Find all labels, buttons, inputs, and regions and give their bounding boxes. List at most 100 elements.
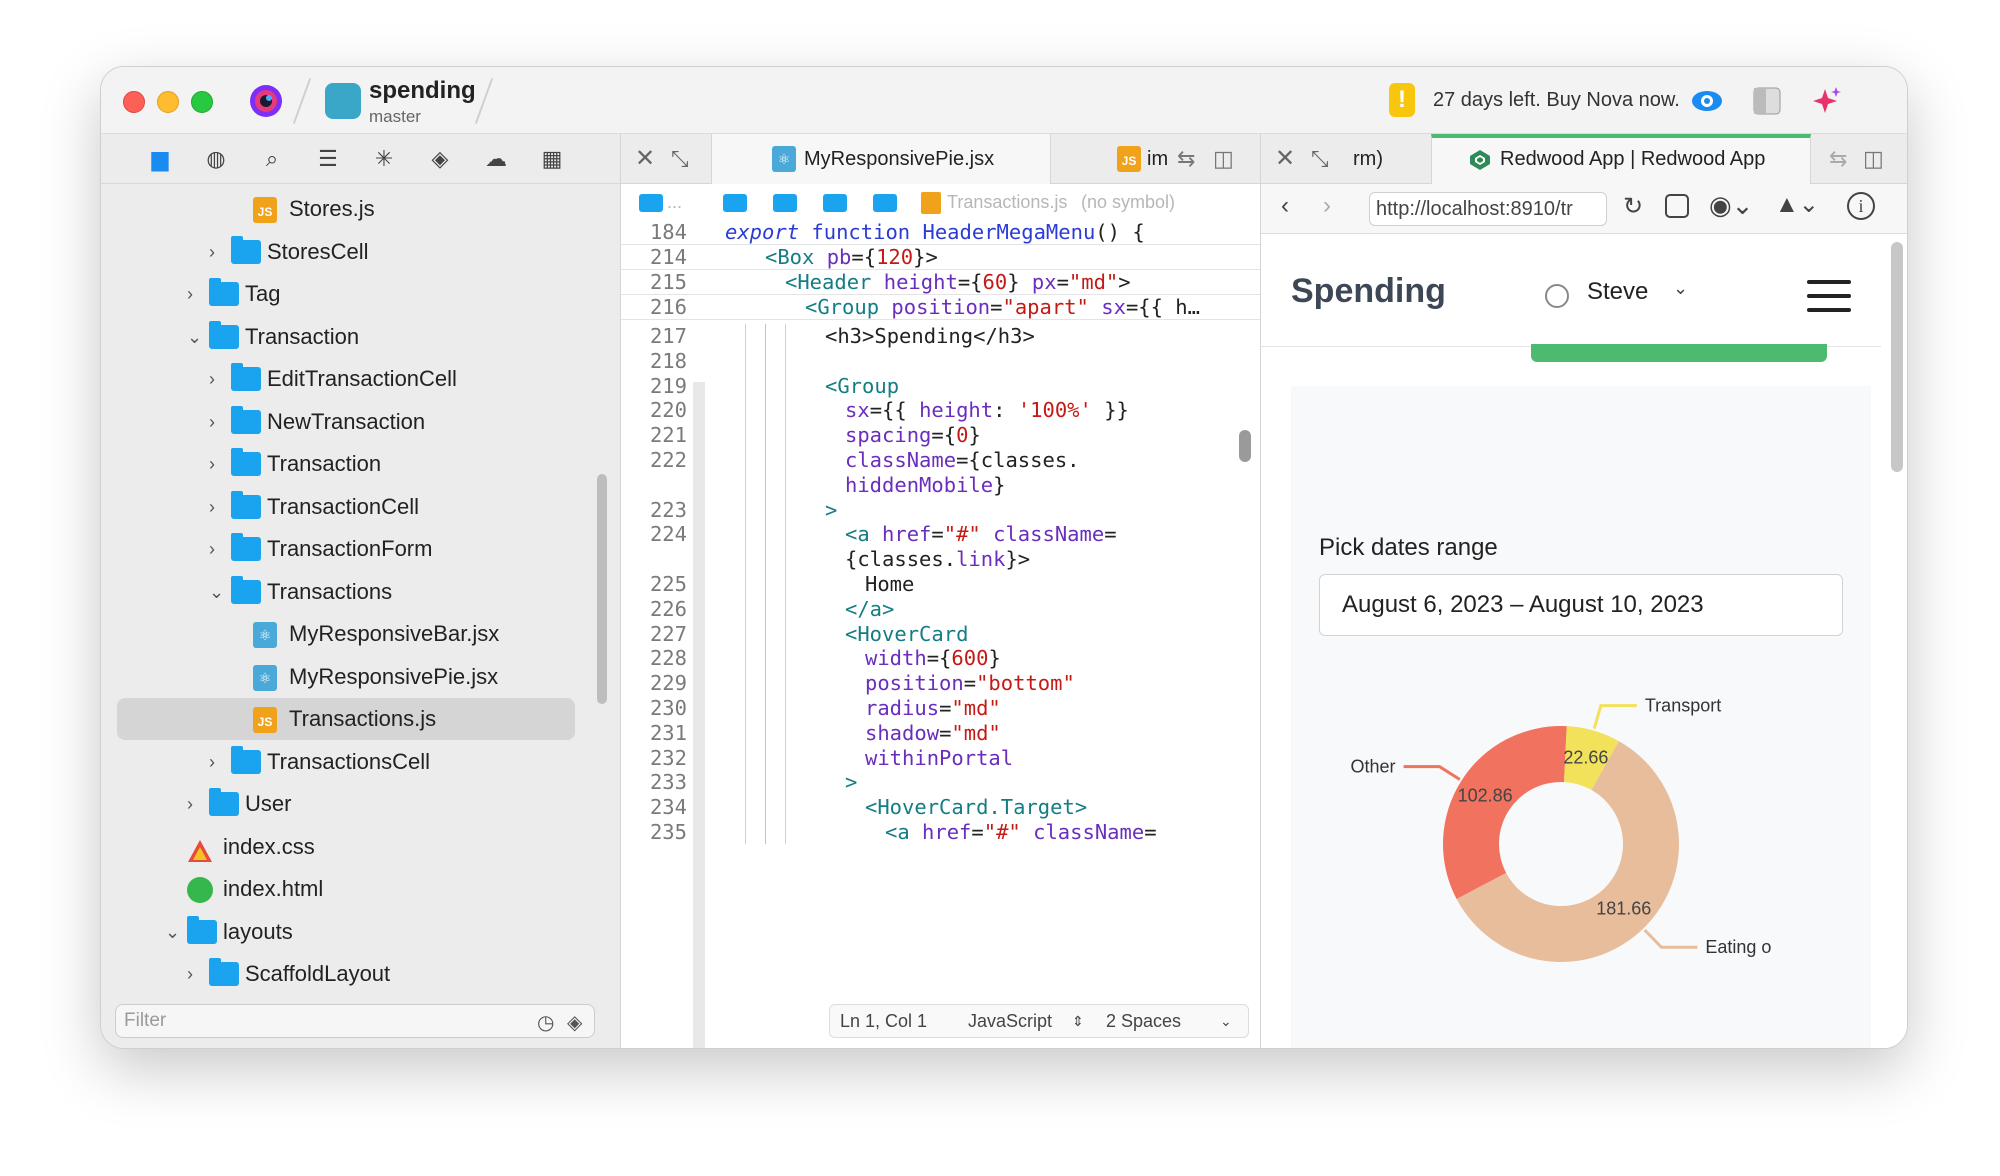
sidebar-toggle-icon[interactable]: ◫ — [1863, 134, 1884, 184]
grid-icon[interactable]: ▦ — [539, 146, 565, 172]
app-title[interactable]: Spending — [1291, 272, 1446, 311]
folder-icon[interactable] — [873, 194, 897, 212]
breadcrumb-file[interactable]: Transactions.js — [947, 184, 1067, 220]
warning-icon[interactable]: ! — [1389, 83, 1415, 117]
code-line[interactable]: 231 shadow="md" — [621, 721, 1260, 746]
branch-name[interactable]: master — [369, 107, 421, 127]
reload-icon[interactable]: ↻ — [1623, 192, 1643, 221]
green-button[interactable] — [1531, 344, 1827, 362]
sticky-code-line[interactable]: 215 <Header height={60} px="md"> — [621, 270, 1260, 295]
chevron-right-icon[interactable]: › — [187, 273, 201, 315]
filter-options-icon[interactable]: ◈ — [567, 1010, 582, 1035]
file-tree-item[interactable]: › StoresCell — [101, 231, 620, 273]
accessibility-menu-icon[interactable]: ▲⌄ — [1775, 190, 1819, 219]
folder-icon[interactable] — [823, 194, 847, 212]
indent-selector[interactable]: 2 Spaces — [1106, 1005, 1181, 1037]
chevron-down-icon[interactable]: ⌄ — [1673, 278, 1688, 299]
chevron-down-icon[interactable]: ⌄ — [187, 316, 202, 358]
folder-icon[interactable]: ▆ — [147, 146, 173, 172]
back-icon[interactable]: ‹ — [1281, 192, 1289, 220]
file-tree-item[interactable]: ⌄ Transactions — [101, 571, 620, 613]
forward-icon[interactable]: › — [1323, 192, 1331, 220]
split-swap-icon[interactable]: ⇆ — [1177, 134, 1195, 184]
filter-input[interactable]: Filter — [115, 1004, 595, 1038]
code-line[interactable]: 222 className={classes. — [621, 448, 1260, 473]
code-line[interactable]: 226 </a> — [621, 597, 1260, 622]
search-icon[interactable]: ⌕ — [259, 146, 285, 172]
sticky-code-line[interactable]: 184 export function HeaderMegaMenu() { — [621, 220, 1260, 245]
user-menu[interactable]: Steve — [1587, 278, 1648, 306]
code-line[interactable]: 227 <HoverCard — [621, 622, 1260, 647]
pie-slice-other[interactable] — [1443, 726, 1567, 899]
code-line[interactable]: hiddenMobile} — [621, 473, 1260, 498]
code-line[interactable]: 219 <Group — [621, 374, 1260, 399]
cursor-position[interactable]: Ln 1, Col 1 — [840, 1005, 927, 1037]
file-tree-item[interactable]: ⚛ MyResponsiveBar.jsx — [101, 613, 620, 655]
browser-tab-other[interactable]: rm) — [1353, 134, 1383, 184]
file-tree-item[interactable]: › NewTransaction — [101, 401, 620, 443]
expand-icon[interactable]: ⤡ — [1311, 134, 1329, 184]
code-line[interactable]: 223 > — [621, 498, 1260, 523]
file-tree-item[interactable]: ⌄ layouts — [101, 911, 620, 953]
chevron-down-icon[interactable]: ⌄ — [1220, 1005, 1232, 1037]
sidebar-scrollbar[interactable] — [597, 474, 607, 704]
file-tree-item[interactable]: › Tag — [101, 273, 620, 315]
list-icon[interactable]: ☰ — [315, 146, 341, 172]
chevron-right-icon[interactable]: › — [209, 231, 223, 273]
code-line[interactable]: 228 width={600} — [621, 646, 1260, 671]
code-line[interactable]: 230 radius="md" — [621, 696, 1260, 721]
chevron-right-icon[interactable]: › — [209, 528, 223, 570]
url-input[interactable]: http://localhost:8910/tr — [1369, 192, 1607, 226]
code-line[interactable]: 234 <HoverCard.Target> — [621, 795, 1260, 820]
cloud-icon[interactable]: ☁ — [483, 146, 509, 172]
editor-tab-other[interactable]: im — [1147, 134, 1168, 184]
visibility-menu-icon[interactable]: ◉⌄ — [1709, 190, 1753, 221]
file-tree-item[interactable]: JS Transactions.js — [101, 698, 620, 740]
chevron-down-icon[interactable]: ⌄ — [165, 911, 180, 953]
sidebar-toggle-icon[interactable]: ◫ — [1213, 134, 1234, 184]
file-tree-item[interactable]: › TransactionForm — [101, 528, 620, 570]
code-line[interactable]: 224 <a href="#" className= — [621, 522, 1260, 547]
responsive-icon[interactable] — [1665, 194, 1689, 218]
minimize-window-button[interactable] — [157, 91, 179, 113]
file-tree-item[interactable]: › EditTransactionCell — [101, 358, 620, 400]
breadcrumb-symbol[interactable]: (no symbol) — [1081, 184, 1175, 220]
info-icon[interactable]: i — [1847, 192, 1875, 220]
file-tree-item[interactable]: ⌄ Transaction — [101, 316, 620, 358]
file-tree-item[interactable]: › ScaffoldLayout — [101, 953, 620, 995]
chevron-down-icon[interactable]: ⌄ — [209, 571, 224, 613]
browser-scrollbar[interactable] — [1891, 242, 1903, 472]
chevron-right-icon[interactable]: › — [187, 783, 201, 825]
layout-toggle-icon[interactable] — [1751, 85, 1783, 117]
language-selector[interactable]: JavaScript — [968, 1005, 1052, 1037]
code-line[interactable]: 225 Home — [621, 572, 1260, 597]
close-icon[interactable]: ✕ — [1275, 134, 1295, 184]
globe-icon[interactable]: ◍ — [203, 146, 229, 172]
asterisk-icon[interactable]: ✳ — [371, 146, 397, 172]
hamburger-menu-icon[interactable] — [1807, 280, 1851, 314]
code-line[interactable]: 221 spacing={0} — [621, 423, 1260, 448]
clock-icon[interactable]: ◷ — [537, 1010, 554, 1035]
code-line[interactable]: 233 > — [621, 770, 1260, 795]
folder-icon[interactable] — [773, 194, 797, 212]
editor-scrollbar[interactable] — [1239, 430, 1251, 462]
file-tree-item[interactable]: › Transaction — [101, 443, 620, 485]
code-line[interactable]: 235 <a href="#" className= — [621, 820, 1260, 845]
file-tree-item[interactable]: ⚛ MyResponsivePie.jsx — [101, 656, 620, 698]
code-line[interactable]: {classes.link}> — [621, 547, 1260, 572]
code-line[interactable]: 229 position="bottom" — [621, 671, 1260, 696]
chevron-right-icon[interactable]: › — [209, 358, 223, 400]
file-tree-item[interactable]: › TransactionsCell — [101, 741, 620, 783]
code-line[interactable]: 217 <h3>Spending</h3> — [621, 324, 1260, 349]
sticky-code-line[interactable]: 216 <Group position="apart" sx={{ h… — [621, 295, 1260, 320]
close-window-button[interactable] — [123, 91, 145, 113]
folder-icon[interactable] — [639, 194, 663, 212]
trial-notice[interactable]: 27 days left. Buy Nova now. — [1433, 89, 1680, 112]
chevron-right-icon[interactable]: › — [209, 486, 223, 528]
chevron-updown-icon[interactable]: ⇕ — [1072, 1005, 1084, 1037]
file-tree-item[interactable]: index.html — [101, 868, 620, 910]
file-tree-item[interactable]: › User — [101, 783, 620, 825]
preview-eye-icon[interactable] — [1691, 85, 1723, 117]
zoom-window-button[interactable] — [191, 91, 213, 113]
file-tree-item[interactable]: index.css — [101, 826, 620, 868]
